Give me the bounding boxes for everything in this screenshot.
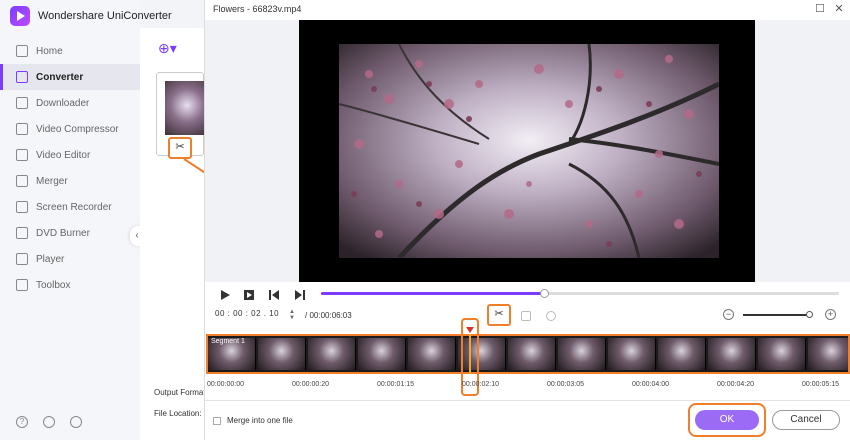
disc-icon (16, 227, 28, 239)
close-icon[interactable]: ✕ (833, 3, 845, 15)
download-icon (16, 97, 28, 109)
ruler-tick-label: 00:00:05:15 (802, 381, 839, 388)
zoom-out-icon[interactable]: − (723, 309, 734, 320)
undo-icon[interactable] (546, 311, 556, 321)
play-icon (16, 253, 28, 265)
output-format-label: Output Format (154, 388, 206, 397)
zoom-in-icon[interactable]: + (825, 309, 836, 320)
sidebar-item-label: Home (36, 45, 63, 57)
help-icon[interactable]: ? (16, 416, 28, 428)
video-frame-image (339, 44, 719, 258)
grid-icon (16, 279, 28, 291)
ruler-tick-label: 00:00:02:10 (462, 381, 499, 388)
sidebar-item-converter[interactable]: Converter (0, 64, 140, 90)
cut-scissors-button[interactable]: ✂ (487, 304, 511, 326)
timeline-frame (308, 338, 356, 370)
maximize-icon[interactable]: ☐ (814, 3, 826, 15)
sidebar-item-player[interactable]: Player (0, 246, 140, 272)
timeline-frame (658, 338, 706, 370)
home-icon (16, 45, 28, 57)
sidebar-item-label: Downloader (36, 97, 90, 109)
merge-icon (16, 175, 28, 187)
feedback-icon[interactable] (70, 416, 82, 428)
sidebar-item-video-compressor[interactable]: Video Compressor (0, 116, 140, 142)
record-icon (16, 201, 28, 213)
trim-dialog: Flowers - 66823v.mp4 ☐ ✕ 00: 00: 02 . … (204, 0, 850, 440)
video-preview (299, 20, 755, 282)
sidebar-item-label: Toolbox (36, 279, 71, 291)
ruler-tick-label: 00:00:04:00 (632, 381, 669, 388)
current-time-input[interactable]: 00 : 00 : 02 . 10 (215, 309, 279, 318)
sidebar-item-screen-recorder[interactable]: Screen Recorder (0, 194, 140, 220)
time-stepper[interactable]: ▲ ▼ (289, 309, 295, 321)
timeline-filmstrip[interactable]: Segment 1 (206, 334, 850, 374)
ruler-tick-label: 00:00:04:20 (717, 381, 754, 388)
playback-progress-bar[interactable] (321, 289, 839, 298)
sidebar: Wondershare UniConverter Home Converter … (0, 0, 172, 440)
converter-icon (16, 71, 28, 83)
sidebar-item-label: Player (36, 253, 65, 265)
merge-checkbox[interactable] (213, 417, 221, 425)
video-thumbnail (165, 81, 205, 135)
playback-progress-knob[interactable] (539, 289, 549, 298)
sidebar-item-dvd-burner[interactable]: DVD Burner (0, 220, 140, 246)
sidebar-item-label: Video Editor (36, 149, 91, 161)
total-duration: / 00:00:06:03 (305, 311, 352, 320)
brand: Wondershare UniConverter (10, 6, 172, 26)
zoom-slider[interactable] (743, 314, 809, 316)
compress-icon (16, 123, 28, 135)
dialog-title: Flowers - 66823v.mp4 (213, 4, 302, 14)
sidebar-item-toolbox[interactable]: Toolbox (0, 272, 140, 298)
scissors-icon (16, 149, 28, 161)
sidebar-item-label: DVD Burner (36, 227, 90, 239)
timeline-frame (258, 338, 306, 370)
cancel-button[interactable]: Cancel (772, 410, 840, 430)
zoom-slider-knob[interactable] (806, 311, 813, 318)
next-frame-icon[interactable] (294, 288, 306, 300)
app-window: Wondershare UniConverter Home Converter … (0, 0, 850, 440)
timeline-frame (608, 338, 656, 370)
ruler-tick-label: 00:00:03:05 (547, 381, 584, 388)
delete-segment-icon[interactable] (521, 311, 531, 321)
sidebar-item-merger[interactable]: Merger (0, 168, 140, 194)
add-file-icon[interactable]: ⊕▾ (158, 40, 177, 57)
timeline-frame (558, 338, 606, 370)
play-icon[interactable] (219, 288, 231, 300)
app-logo-icon (10, 6, 30, 26)
sidebar-item-label: Video Compressor (36, 123, 119, 135)
bell-icon[interactable] (43, 416, 55, 428)
sidebar-item-home[interactable]: Home (0, 38, 140, 64)
ruler-tick-label: 00:00:00:20 (292, 381, 329, 388)
playback-progress-fill (321, 292, 544, 295)
dialog-footer: Merge into one file OK Cancel (205, 400, 850, 440)
timeline-frame (508, 338, 556, 370)
file-location-label: File Location: (154, 409, 202, 418)
stop-preview-icon[interactable] (243, 288, 255, 300)
segment-label: Segment 1 (211, 338, 245, 345)
sidebar-item-label: Screen Recorder (36, 201, 112, 213)
timeline-ruler: 00:00:00:00 00:00:00:20 00:00:01:15 00:0… (205, 376, 850, 398)
ruler-tick-label: 00:00:01:15 (377, 381, 414, 388)
converter-workspace: ⊕▾ (140, 28, 205, 440)
sidebar-item-label: Converter (36, 71, 84, 83)
app-name: Wondershare UniConverter (38, 10, 172, 22)
sidebar-item-downloader[interactable]: Downloader (0, 90, 140, 116)
sidebar-nav: Home Converter Downloader Video Compress… (0, 38, 140, 298)
timeline-frame (358, 338, 406, 370)
sidebar-bottom-icons: ? (16, 416, 82, 428)
merge-label: Merge into one file (227, 416, 293, 425)
timeline-frame (708, 338, 756, 370)
ruler-tick-label: 00:00:00:00 (207, 381, 244, 388)
sidebar-item-video-editor[interactable]: Video Editor (0, 142, 140, 168)
previous-frame-icon[interactable] (268, 288, 280, 300)
timeline-frame (758, 338, 806, 370)
ok-button[interactable]: OK (695, 410, 759, 430)
timeline-frame (408, 338, 456, 370)
sidebar-item-label: Merger (36, 175, 68, 187)
timeline-frame (808, 338, 848, 370)
